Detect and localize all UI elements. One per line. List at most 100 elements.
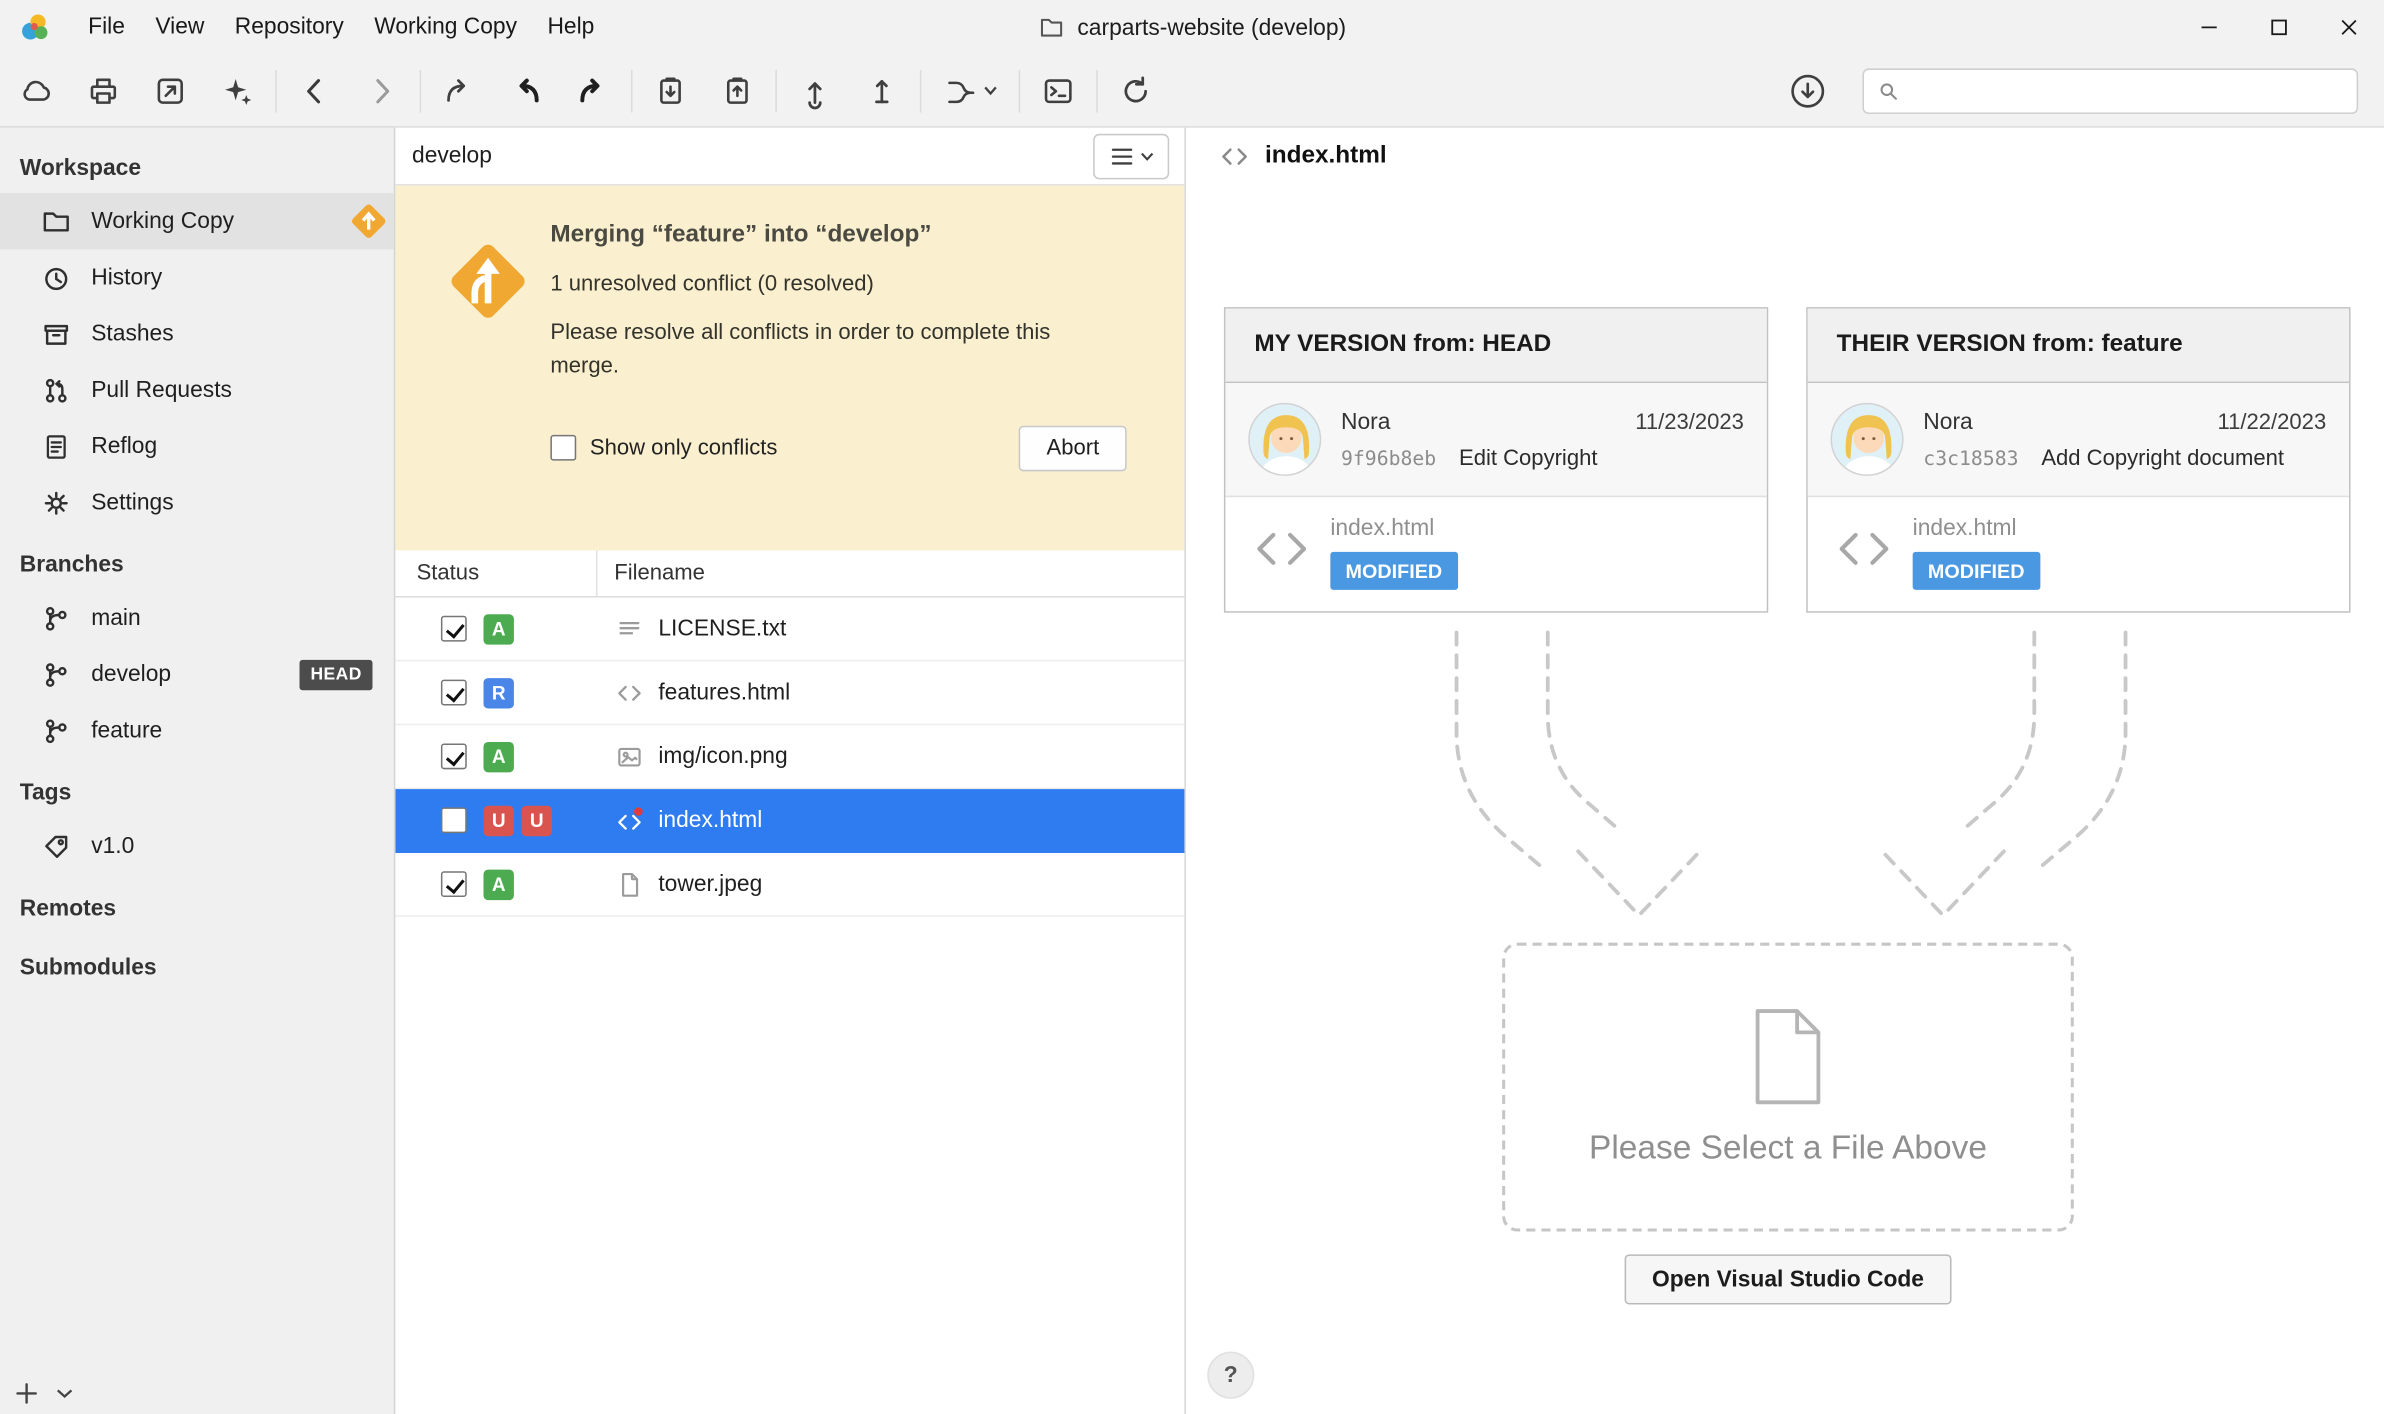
redo-arrow-button[interactable] — [560, 59, 627, 123]
row-filename-cell: index.html — [598, 805, 1185, 835]
filename: img/icon.png — [658, 743, 787, 769]
sidebar-item-settings[interactable]: Settings — [0, 474, 394, 530]
their-version-header: THEIR VERSION from: feature — [1808, 309, 2349, 383]
toolbar — [0, 55, 2384, 128]
back-button[interactable] — [281, 59, 348, 123]
row-status-cell: A — [395, 741, 597, 771]
minimize-button[interactable] — [2174, 0, 2244, 55]
archive-box-icon — [41, 319, 71, 349]
modified-badge: MODIFIED — [1913, 552, 2040, 590]
conflict-file-icon — [614, 805, 644, 835]
arrow-up-button[interactable] — [848, 59, 915, 123]
toolbar-separator — [275, 69, 277, 112]
sidebar-item-history[interactable]: History — [0, 249, 394, 305]
author-name: Nora — [1923, 408, 1972, 434]
avatar — [1248, 403, 1321, 476]
sidebar-item-stashes[interactable]: Stashes — [0, 306, 394, 362]
fetch-button[interactable] — [1774, 59, 1841, 123]
file-checkbox[interactable] — [441, 807, 467, 833]
sidebar-footer — [15, 1382, 73, 1405]
sidebar-branch-feature[interactable]: feature — [0, 702, 394, 758]
tags-header: Tags — [0, 759, 394, 818]
drop-zone-text: Please Select a File Above — [1589, 1127, 1987, 1167]
my-version-header: MY VERSION from: HEAD — [1225, 309, 1766, 383]
open-vscode-button[interactable]: Open Visual Studio Code — [1625, 1254, 1952, 1304]
folder-icon — [1038, 14, 1065, 41]
avatar — [1831, 403, 1904, 476]
window-title: carparts-website (develop) — [1038, 0, 1346, 55]
plus-button[interactable] — [15, 1382, 38, 1405]
close-button[interactable] — [2314, 0, 2384, 55]
terminal-button[interactable] — [1025, 59, 1092, 123]
branch-name: develop — [91, 661, 171, 687]
chevron-down-icon[interactable] — [56, 1388, 73, 1399]
file-checkbox[interactable] — [441, 871, 467, 897]
sidebar-branch-main[interactable]: main — [0, 590, 394, 646]
sidebar-item-reflog[interactable]: Reflog — [0, 418, 394, 474]
forward-button[interactable] — [348, 59, 415, 123]
abort-button[interactable]: Abort — [1019, 425, 1126, 471]
menu-view[interactable]: View — [140, 0, 219, 55]
file-checkbox[interactable] — [441, 743, 467, 769]
undo-arrow-button[interactable] — [493, 59, 560, 123]
circled-down-arrow-icon — [1788, 71, 1828, 111]
search-input[interactable] — [1910, 78, 2345, 102]
file-row-features[interactable]: R features.html — [395, 661, 1184, 725]
branch-label: develop — [412, 143, 492, 169]
merge-title: Merging “feature” into “develop” — [550, 222, 1157, 249]
window-controls — [2174, 0, 2384, 55]
file-row-license[interactable]: A LICENSE.txt — [395, 598, 1184, 662]
menu-repository[interactable]: Repository — [220, 0, 359, 55]
chevron-down-icon — [984, 85, 998, 96]
row-status-cell: R — [395, 677, 597, 707]
branches-header: Branches — [0, 531, 394, 590]
branch-name: feature — [91, 718, 162, 744]
file-checkbox[interactable] — [441, 616, 467, 642]
merge-banner: Merging “feature” into “develop” 1 unres… — [395, 185, 1184, 550]
merge-tool-button[interactable] — [926, 59, 1014, 123]
unstash-button[interactable] — [704, 59, 771, 123]
file-row-tower[interactable]: A tower.jpeg — [395, 853, 1184, 917]
merge-status: 1 unresolved conflict (0 resolved) — [550, 272, 1157, 296]
sparkles-button[interactable] — [204, 59, 271, 123]
filename: tower.jpeg — [658, 871, 762, 897]
my-version-card[interactable]: MY VERSION from: HEAD — [1224, 307, 1768, 613]
status-badge-unmerged: U — [483, 805, 513, 835]
row-status-cell: A — [395, 613, 597, 643]
search-box — [1862, 68, 2358, 114]
menu-help[interactable]: Help — [532, 0, 609, 55]
maximize-button[interactable] — [2244, 0, 2314, 55]
menu-working-copy[interactable]: Working Copy — [359, 0, 532, 55]
file-row-index-html[interactable]: U U index.html — [395, 789, 1184, 853]
file-row-icon-png[interactable]: A img/icon.png — [395, 725, 1184, 789]
refresh-button[interactable] — [1102, 59, 1169, 123]
commit-info: Nora 11/23/2023 9f96b8eb Edit Copyright — [1341, 408, 1744, 470]
list-options-button[interactable] — [1093, 133, 1169, 179]
their-version-commit: Nora 11/22/2023 c3c18583 Add Copyright d… — [1808, 383, 2349, 497]
filename: LICENSE.txt — [658, 616, 786, 642]
merge-controls: Show only conflicts Abort — [550, 425, 1157, 471]
file-icon — [614, 869, 644, 899]
sidebar-tag-v10[interactable]: v1.0 — [0, 818, 394, 874]
open-repo-button[interactable] — [137, 59, 204, 123]
commit-date: 11/23/2023 — [1635, 410, 1744, 434]
sidebar-item-pull-requests[interactable]: Pull Requests — [0, 362, 394, 418]
cloud-button[interactable] — [3, 59, 70, 123]
sidebar-item-label: History — [91, 265, 162, 291]
printer-button[interactable] — [70, 59, 137, 123]
stash-button[interactable] — [637, 59, 704, 123]
toolbar-right — [1774, 59, 2384, 123]
status-badge-added: A — [483, 613, 513, 643]
my-version-file: index.html MODIFIED — [1225, 497, 1766, 611]
workspace-header: Workspace — [0, 134, 394, 193]
sidebar-item-working-copy[interactable]: Working Copy — [0, 193, 394, 249]
curved-arrow-out-button[interactable] — [426, 59, 493, 123]
file-checkbox[interactable] — [441, 680, 467, 706]
their-version-card[interactable]: THEIR VERSION from: feature — [1806, 307, 2350, 613]
toolbar-separator — [1019, 69, 1021, 112]
sidebar-branch-develop[interactable]: develop HEAD — [0, 646, 394, 702]
menu-file[interactable]: File — [73, 0, 140, 55]
help-button[interactable]: ? — [1207, 1352, 1254, 1399]
arrow-up-hook-button[interactable] — [781, 59, 848, 123]
show-only-conflicts-checkbox[interactable] — [550, 435, 576, 461]
